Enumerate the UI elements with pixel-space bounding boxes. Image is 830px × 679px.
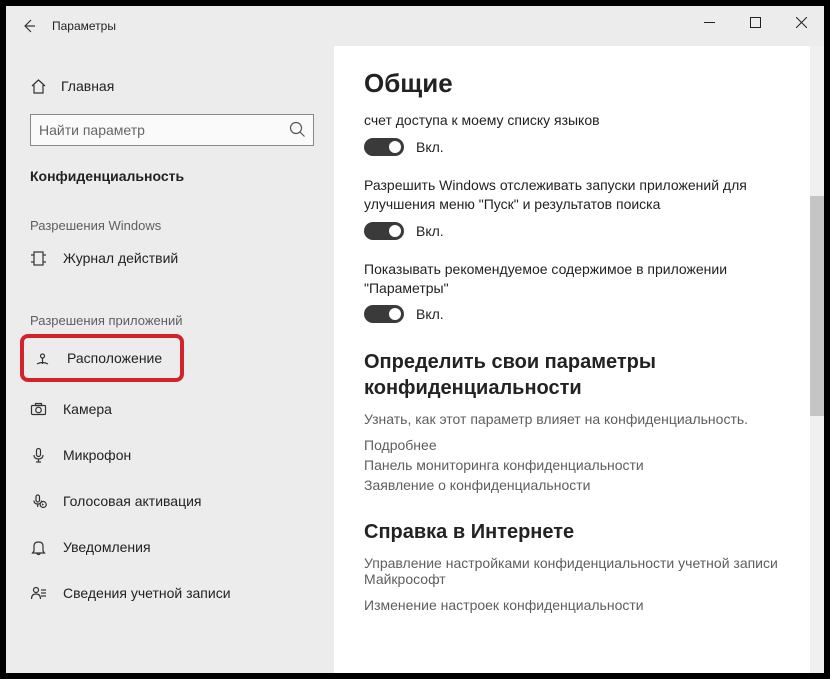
scrollbar-thumb[interactable] — [810, 196, 824, 416]
home-icon — [30, 78, 47, 95]
minimize-icon — [704, 17, 715, 28]
sidebar-item-label: Расположение — [67, 350, 162, 366]
help-heading: Справка в Интернете — [364, 519, 794, 545]
setting-description: Показывать рекомендуемое содержимое в пр… — [364, 260, 774, 298]
notifications-icon — [30, 539, 47, 556]
sidebar-item-account-info[interactable]: Сведения учетной записи — [6, 572, 334, 614]
toggle-state-label: Вкл. — [416, 223, 444, 239]
titlebar: Параметры — [6, 6, 824, 46]
toggle-state-label: Вкл. — [416, 139, 444, 155]
link-privacy-statement[interactable]: Заявление о конфиденциальности — [364, 477, 794, 493]
home-nav[interactable]: Главная — [6, 68, 334, 104]
sidebar-item-microphone[interactable]: Микрофон — [6, 434, 334, 476]
settings-window: Параметры Главная Конфиденциальность — [6, 6, 824, 673]
link-help-change-privacy[interactable]: Изменение настроек конфиденциальности — [364, 597, 794, 613]
category-heading: Конфиденциальность — [6, 168, 334, 184]
sidebar-item-voice-activation[interactable]: Голосовая активация — [6, 480, 334, 522]
maximize-button[interactable] — [732, 6, 778, 38]
sidebar-item-camera[interactable]: Камера — [6, 388, 334, 430]
sidebar-item-activity-history[interactable]: Журнал действий — [6, 237, 334, 279]
sidebar-item-label: Сведения учетной записи — [63, 585, 231, 601]
activity-history-icon — [30, 250, 47, 267]
camera-icon — [30, 401, 47, 418]
toggle-language-access[interactable] — [364, 138, 404, 156]
page-heading: Общие — [364, 68, 794, 99]
arrow-left-icon — [21, 18, 37, 34]
setting-language-access: счет доступа к моему списку языков Вкл. — [364, 111, 794, 156]
toggle-suggested-content[interactable] — [364, 305, 404, 323]
sidebar-item-notifications[interactable]: Уведомления — [6, 526, 334, 568]
privacy-params-heading: Определить свои параметры конфиденциальн… — [364, 349, 794, 401]
minimize-button[interactable] — [686, 6, 732, 38]
window-title: Параметры — [52, 19, 116, 33]
sidebar: Главная Конфиденциальность Разрешения Wi… — [6, 46, 334, 673]
sidebar-item-label: Журнал действий — [63, 250, 178, 266]
back-button[interactable] — [6, 6, 52, 46]
sidebar-item-label: Голосовая активация — [63, 493, 202, 509]
toggle-app-launch-tracking[interactable] — [364, 222, 404, 240]
sidebar-item-label: Микрофон — [63, 447, 131, 463]
voice-activation-icon — [30, 493, 47, 510]
sidebar-item-label: Уведомления — [63, 539, 151, 555]
sidebar-item-label: Камера — [63, 401, 112, 417]
microphone-icon — [30, 447, 47, 464]
setting-description: Разрешить Windows отслеживать запуски пр… — [364, 176, 774, 214]
content-area: Общие счет доступа к моему списку языков… — [334, 46, 824, 673]
close-icon — [796, 17, 807, 28]
sidebar-item-location[interactable]: Расположение — [20, 334, 184, 382]
maximize-icon — [750, 17, 761, 28]
search-input[interactable] — [30, 114, 314, 146]
section-windows-permissions: Разрешения Windows — [6, 218, 334, 233]
section-app-permissions: Разрешения приложений — [6, 313, 334, 328]
account-info-icon — [30, 585, 47, 602]
toggle-state-label: Вкл. — [416, 306, 444, 322]
privacy-params-sub: Узнать, как этот параметр влияет на конф… — [364, 411, 794, 427]
search-icon — [289, 121, 306, 138]
setting-description: счет доступа к моему списку языков — [364, 111, 774, 130]
home-label: Главная — [61, 78, 114, 94]
scrollbar-track[interactable] — [810, 46, 824, 673]
location-icon — [34, 350, 51, 367]
link-help-account-privacy[interactable]: Управление настройками конфиденциальност… — [364, 555, 784, 587]
close-button[interactable] — [778, 6, 824, 38]
setting-suggested-content: Показывать рекомендуемое содержимое в пр… — [364, 260, 794, 324]
link-learn-more[interactable]: Подробнее — [364, 437, 794, 453]
setting-app-launch-tracking: Разрешить Windows отслеживать запуски пр… — [364, 176, 794, 240]
link-privacy-dashboard[interactable]: Панель мониторинга конфиденциальности — [364, 457, 794, 473]
